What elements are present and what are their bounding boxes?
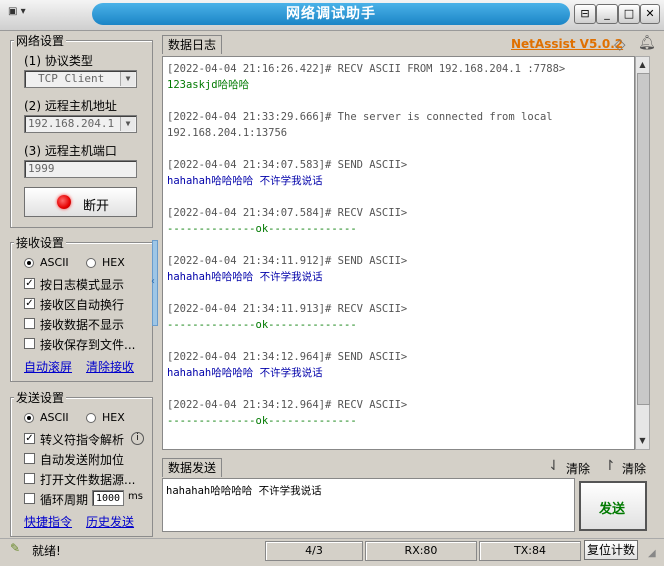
recv-hex-radio[interactable] — [86, 258, 96, 268]
log-entry-body: --------------ok-------------- — [167, 319, 357, 331]
log-entry-header: [2022-04-04 21:34:07.584]# RECV ASCII> — [167, 207, 408, 219]
recv-option-label: 按日志模式显示 — [40, 278, 125, 292]
chevron-down-icon[interactable]: ▼ — [120, 117, 135, 131]
scroll-thumb[interactable] — [637, 73, 650, 405]
remote-host-value: 192.168.204.1 — [28, 117, 115, 130]
clear-send-button[interactable]: 清除 — [622, 460, 646, 477]
remote-port-field[interactable]: 1999 — [24, 160, 137, 178]
send-button[interactable]: 发送 — [579, 481, 647, 531]
clear-receive-link[interactable]: 清除接收 — [86, 358, 134, 375]
cycle-label: 循环周期 — [40, 493, 89, 507]
recv-option-checkbox[interactable]: ✓ — [24, 278, 35, 289]
pin-icon[interactable]: ⊟ — [574, 4, 596, 24]
remote-port-label: (3) 远程主机端口 — [24, 144, 117, 158]
chevron-down-icon[interactable]: ▼ — [120, 72, 135, 86]
disconnect-label: 断开 — [83, 199, 110, 214]
log-entry-header: [2022-04-04 21:34:11.913]# RECV ASCII> — [167, 303, 408, 315]
resize-grip-icon[interactable]: ◢ — [648, 548, 656, 559]
log-entry-header: [2022-04-04 21:34:12.964]# SEND ASCII> — [167, 351, 408, 363]
clear-log-button[interactable]: 清除 — [566, 460, 590, 477]
cycle-checkbox[interactable] — [24, 493, 35, 504]
count-display: 4/3 — [265, 541, 363, 561]
log-entry-body: --------------ok-------------- — [167, 223, 357, 235]
led-icon — [57, 195, 71, 209]
brand-label[interactable]: NetAssist V5.0.2 — [511, 37, 623, 51]
log-entry-body: --------------ok-------------- — [167, 415, 357, 427]
send-settings-title: 发送设置 — [14, 389, 67, 406]
receive-settings-title: 接收设置 — [14, 234, 67, 251]
send-ascii-radio[interactable] — [24, 413, 34, 423]
cycle-unit: ms — [128, 491, 143, 502]
protocol-label: (1) 协议类型 — [24, 54, 93, 68]
window-title: 网络调试助手 — [92, 3, 570, 25]
remote-host-label: (2) 远程主机地址 — [24, 99, 117, 113]
protocol-value: TCP Client — [38, 72, 105, 85]
cycle-period-input[interactable]: 1000 — [92, 490, 124, 506]
send-hex-label: HEX — [102, 411, 125, 424]
send-option-checkbox[interactable] — [24, 473, 35, 484]
remote-host-select[interactable]: 192.168.204.1 ▼ — [24, 115, 137, 133]
recv-option-checkbox[interactable] — [24, 338, 35, 349]
log-entry-header: [2022-04-04 21:34:12.964]# RECV ASCII> — [167, 399, 408, 411]
send-input-text: hahahah哈哈哈哈 不许学我说话 — [166, 485, 322, 497]
clear-down-icon[interactable]: ⇃ — [548, 458, 560, 474]
send-hex-radio[interactable] — [86, 413, 96, 423]
info-icon[interactable]: i — [131, 432, 144, 445]
reset-count-button[interactable]: 复位计数 — [584, 540, 638, 560]
log-scrollbar[interactable]: ▲ ▼ — [635, 56, 650, 450]
log-area[interactable]: [2022-04-04 21:16:26.422]# RECV ASCII FR… — [162, 56, 635, 450]
scroll-up-icon[interactable]: ▲ — [637, 58, 648, 71]
log-entry-body: hahahah哈哈哈哈 不许学我说话 — [167, 175, 323, 187]
send-history-link[interactable]: 历史发送 — [86, 513, 134, 530]
collapse-arrow-icon[interactable]: ‹ — [151, 276, 155, 287]
log-entry-header: [2022-04-04 21:34:07.583]# SEND ASCII> — [167, 159, 408, 171]
title-bar[interactable]: ▣ ▾ 网络调试助手 ⊟ _ □ ✕ — [0, 0, 664, 31]
minimize-button[interactable]: _ — [596, 4, 618, 24]
send-option-label: 转义符指令解析 — [40, 433, 125, 447]
shortcut-commands-link[interactable]: 快捷指令 — [24, 513, 72, 530]
log-entry-header: [2022-04-04 21:33:29.666]# The server is… — [167, 111, 553, 123]
log-entry-header: [2022-04-04 21:34:11.912]# SEND ASCII> — [167, 255, 408, 267]
network-settings-title: 网络设置 — [14, 32, 67, 49]
recv-ascii-radio[interactable] — [24, 258, 34, 268]
send-tab[interactable]: 数据发送 — [162, 458, 223, 477]
maximize-button[interactable]: □ — [618, 4, 640, 24]
recv-option-checkbox[interactable] — [24, 318, 35, 329]
recv-ascii-label: ASCII — [40, 256, 69, 269]
status-text: 就绪! — [32, 544, 61, 558]
send-ascii-label: ASCII — [40, 411, 69, 424]
send-option-label: 自动发送附加位 — [40, 453, 125, 467]
send-option-checkbox[interactable]: ✓ — [24, 433, 35, 444]
rx-counter: RX:80 — [365, 541, 477, 561]
tx-counter: TX:84 — [479, 541, 581, 561]
log-tab[interactable]: 数据日志 — [162, 35, 223, 54]
app-menu-icon[interactable]: ▣ ▾ — [8, 6, 34, 22]
send-input[interactable]: hahahah哈哈哈哈 不许学我说话 — [162, 478, 575, 532]
status-icon: ✎ — [10, 541, 21, 555]
log-entry-header: [2022-04-04 21:16:26.422]# RECV ASCII FR… — [167, 63, 566, 75]
recv-option-label: 接收数据不显示 — [40, 318, 125, 332]
send-option-checkbox[interactable] — [24, 453, 35, 464]
log-entry-body: hahahah哈哈哈哈 不许学我说话 — [167, 271, 323, 283]
log-entry-body: hahahah哈哈哈哈 不许学我说话 — [167, 367, 323, 379]
log-entry-body: 192.168.204.1:13756 — [167, 127, 288, 139]
send-button-label: 发送 — [599, 502, 626, 517]
recv-hex-label: HEX — [102, 256, 125, 269]
protocol-select[interactable]: TCP Client ▼ — [24, 70, 137, 88]
auto-scroll-link[interactable]: 自动滚屏 — [24, 358, 72, 375]
close-button[interactable]: ✕ — [640, 4, 660, 24]
diamond-icon[interactable]: ◇ — [614, 35, 626, 53]
recv-option-label: 接收保存到文件... — [40, 338, 136, 352]
log-entry-body: 123askjd哈哈哈 — [167, 79, 250, 91]
recv-option-label: 接收区自动换行 — [40, 298, 125, 312]
scroll-down-icon[interactable]: ▼ — [637, 434, 648, 447]
send-option-label: 打开文件数据源... — [40, 473, 136, 487]
recv-option-checkbox[interactable]: ✓ — [24, 298, 35, 309]
disconnect-button[interactable]: 断开 — [24, 187, 137, 217]
bell-icon[interactable]: 🔔︎ — [638, 35, 656, 51]
clear-up-icon[interactable]: ↾ — [604, 458, 616, 474]
